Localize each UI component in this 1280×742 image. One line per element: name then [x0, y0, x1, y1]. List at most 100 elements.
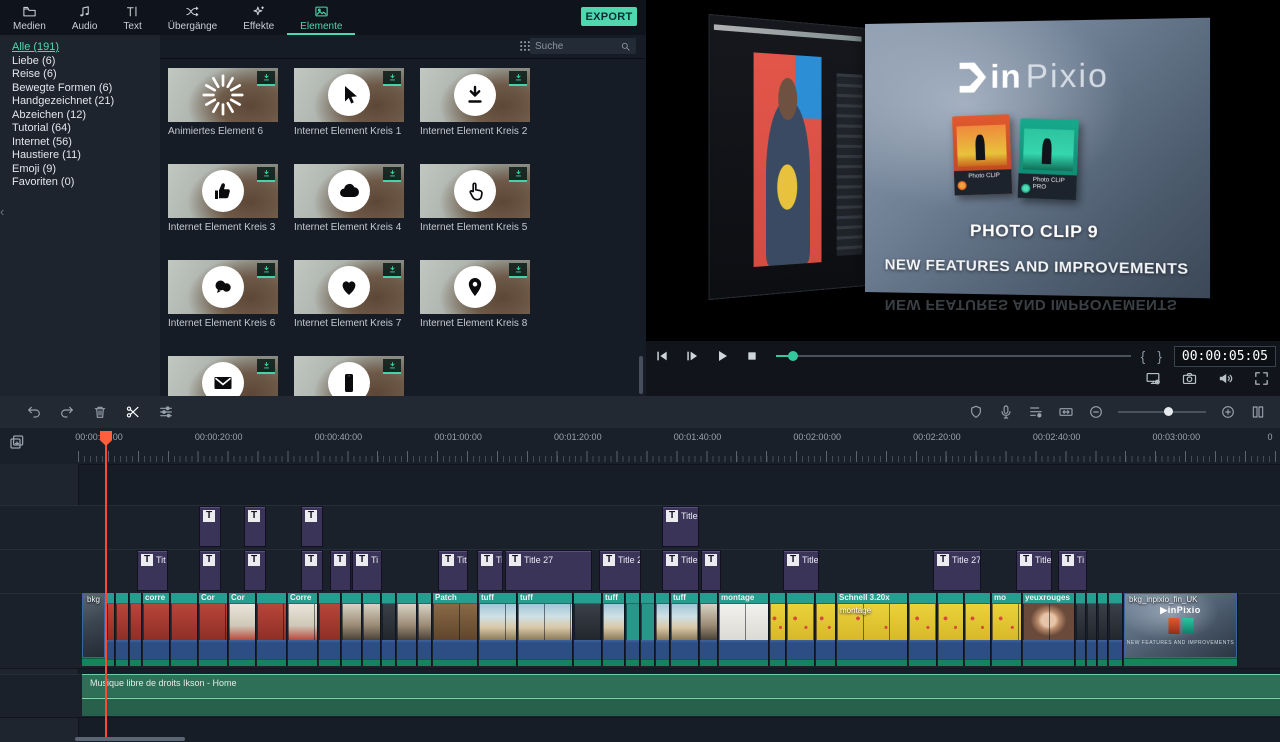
split-scissors-icon[interactable]: [125, 404, 141, 420]
display-settings-icon[interactable]: [1145, 370, 1162, 387]
grid-scrollbar[interactable]: [639, 356, 643, 394]
video-clip[interactable]: tuff: [479, 593, 517, 666]
video-clip[interactable]: Cor: [199, 593, 228, 666]
video-clip[interactable]: tuff: [518, 593, 573, 666]
title-clip[interactable]: TTitle: [1016, 550, 1052, 591]
element-item[interactable]: [294, 356, 404, 396]
title-clip[interactable]: T: [244, 550, 266, 591]
video-clip[interactable]: [965, 593, 991, 666]
next-frame-icon[interactable]: [684, 348, 700, 364]
video-clip[interactable]: [257, 593, 287, 666]
video-clip[interactable]: [397, 593, 417, 666]
timeline-zoom-slider[interactable]: [1118, 411, 1206, 413]
stop-icon[interactable]: [744, 348, 760, 364]
video-clip[interactable]: [641, 593, 655, 666]
video-clip[interactable]: [938, 593, 964, 666]
element-item[interactable]: Internet Element Kreis 5: [420, 164, 530, 233]
title-clip[interactable]: TTitle: [783, 550, 819, 591]
tab-übergänge[interactable]: Übergänge: [155, 0, 230, 35]
video-clip[interactable]: bkg_inpixio_fin_UK▶inPixioNEW FEATURES A…: [1124, 593, 1238, 666]
video-clip[interactable]: [909, 593, 937, 666]
element-item[interactable]: Internet Element Kreis 2: [420, 68, 530, 137]
sidebar-item-tutorial[interactable]: Tutorial (64): [0, 122, 160, 136]
tab-medien[interactable]: Medien: [0, 0, 59, 35]
sidebar-item-emoji[interactable]: Emoji (9): [0, 163, 160, 177]
tab-text[interactable]: Text: [110, 0, 154, 35]
export-button[interactable]: EXPORT: [581, 7, 637, 26]
speaker-icon[interactable]: [1217, 370, 1234, 387]
timeline-horizontal-scrollbar[interactable]: [75, 737, 185, 741]
delete-icon[interactable]: [92, 404, 108, 420]
sidebar-item-favoriten[interactable]: Favoriten (0): [0, 176, 160, 190]
video-clip[interactable]: [1076, 593, 1086, 666]
panel-layout-icon[interactable]: [1250, 404, 1266, 420]
search-input[interactable]: Suche: [530, 38, 636, 54]
video-clip[interactable]: yeuxrouges: [1023, 593, 1075, 666]
element-item[interactable]: Internet Element Kreis 6: [168, 260, 278, 329]
audio-mixer-icon[interactable]: [1028, 404, 1044, 420]
video-clip[interactable]: [1087, 593, 1097, 666]
play-icon[interactable]: [714, 348, 730, 364]
shield-icon[interactable]: [968, 404, 984, 420]
title-clip[interactable]: TTi: [477, 550, 503, 591]
video-clip[interactable]: montage: [719, 593, 769, 666]
element-item[interactable]: [168, 356, 278, 396]
video-clip[interactable]: [319, 593, 341, 666]
video-clip[interactable]: [418, 593, 432, 666]
video-clip[interactable]: [770, 593, 786, 666]
sidebar-item-handgezeichnet[interactable]: Handgezeichnet (21): [0, 95, 160, 109]
timeline-ruler[interactable]: 00:00:00:0000:00:20:0000:00:40:0000:01:0…: [78, 428, 1280, 464]
sidebar-item-alle[interactable]: Alle (191): [0, 41, 160, 55]
video-clip[interactable]: Schnell 3.20xmontage: [837, 593, 908, 666]
element-item[interactable]: Animiertes Element 6: [168, 68, 278, 137]
video-clip[interactable]: [363, 593, 381, 666]
title-clip[interactable]: TTitl: [438, 550, 468, 591]
previous-frame-icon[interactable]: [654, 348, 670, 364]
microphone-icon[interactable]: [998, 404, 1014, 420]
video-clip[interactable]: Corre: [288, 593, 318, 666]
video-clip[interactable]: [171, 593, 198, 666]
undo-icon[interactable]: [26, 404, 42, 420]
title-clip[interactable]: TTitle 27: [505, 550, 592, 591]
video-clip[interactable]: [107, 593, 115, 666]
video-clip[interactable]: [787, 593, 815, 666]
sidebar-item-reise[interactable]: Reise (6): [0, 68, 160, 82]
tab-elemente[interactable]: Elemente: [287, 0, 355, 35]
add-marker-icon[interactable]: [8, 433, 26, 451]
element-item[interactable]: Internet Element Kreis 8: [420, 260, 530, 329]
zoom-slider-handle[interactable]: [1164, 407, 1173, 416]
video-clip[interactable]: tuff: [671, 593, 699, 666]
video-clip[interactable]: Patch: [433, 593, 478, 666]
redo-icon[interactable]: [59, 404, 75, 420]
video-clip[interactable]: [1109, 593, 1123, 666]
sidebar-item-abzeichen[interactable]: Abzeichen (12): [0, 109, 160, 123]
element-item[interactable]: Internet Element Kreis 7: [294, 260, 404, 329]
preview-screen[interactable]: in Pixio Photo CLIP Photo CLIP PRO PHOTO…: [646, 0, 1280, 341]
video-clip[interactable]: [574, 593, 602, 666]
zoom-in-icon[interactable]: [1220, 404, 1236, 420]
snapshot-camera-icon[interactable]: [1181, 370, 1198, 387]
title-clip[interactable]: T: [301, 506, 323, 547]
video-clip[interactable]: [816, 593, 836, 666]
zoom-to-fit-icon[interactable]: [1058, 404, 1074, 420]
video-clip[interactable]: [382, 593, 396, 666]
audio-volume-line[interactable]: [82, 698, 1280, 699]
title-clip[interactable]: TTi: [1058, 550, 1087, 591]
title-clip[interactable]: T: [244, 506, 266, 547]
mark-in-out-icon[interactable]: { }: [1141, 348, 1166, 364]
element-item[interactable]: Internet Element Kreis 3: [168, 164, 278, 233]
title-clip[interactable]: TTi: [352, 550, 382, 591]
title-clip[interactable]: TTitle 27: [933, 550, 981, 591]
video-clip[interactable]: [700, 593, 718, 666]
adjust-sliders-icon[interactable]: [158, 404, 174, 420]
sidebar-item-bewegte[interactable]: Bewegte Formen (6): [0, 82, 160, 96]
title-clip[interactable]: T: [199, 550, 221, 591]
video-clip[interactable]: [626, 593, 640, 666]
sidebar-item-haustiere[interactable]: Haustiere (11): [0, 149, 160, 163]
zoom-out-icon[interactable]: [1088, 404, 1104, 420]
title-clip[interactable]: T: [199, 506, 221, 547]
title-clip[interactable]: TTitle: [662, 506, 699, 547]
video-clip[interactable]: tuff: [603, 593, 625, 666]
panel-collapse-icon[interactable]: ‹: [0, 205, 4, 218]
video-clip[interactable]: Cor: [229, 593, 256, 666]
